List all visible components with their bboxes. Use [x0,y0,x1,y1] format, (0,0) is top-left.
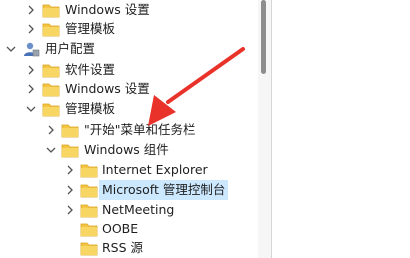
tree-item-label: Internet Explorer [102,162,208,177]
tree-item-user-configuration[interactable]: 用户配置 [0,39,258,59]
tree-item-label: 软件设置 [65,62,116,77]
folder-icon [42,4,60,18]
tree-item-label: 用户配置 [45,41,96,56]
tree-item-label: RSS 源 [102,240,144,255]
chevron-right-icon[interactable] [24,82,38,96]
tree-item-oobe[interactable]: OOBE [0,219,258,239]
chevron-right-icon[interactable] [63,183,77,197]
folder-icon [80,223,98,237]
chevron-right-icon[interactable] [63,163,77,177]
tree-item-label: Windows 设置 [65,81,150,96]
chevron-down-icon[interactable] [24,102,38,116]
tree-item-user-admin-templates[interactable]: 管理模板 [0,99,258,119]
tree-item-user-windows-settings[interactable]: Windows 设置 [0,79,258,99]
tree-item-label: OOBE [102,221,139,236]
folder-icon [42,83,60,97]
tree-item-label: 管理模板 [65,21,116,36]
folder-icon [42,23,60,37]
folder-icon [61,124,79,138]
tree-scrollbar[interactable] [258,0,271,258]
tree-item-label: Windows 设置 [65,2,150,17]
folder-icon [61,144,79,158]
chevron-right-icon[interactable] [24,3,38,17]
folder-icon [80,242,98,256]
chevron-right-icon[interactable] [24,22,38,36]
tree-item-rss-feeds[interactable]: RSS 源 [0,238,258,258]
tree-view: Windows 设置 管理模板 用户配置 软件设置 Windows 设置 管理模… [0,0,258,258]
tree-item-start-menu-taskbar[interactable]: "开始"菜单和任务栏 [0,120,258,140]
tree-item-label: 管理模板 [65,101,116,116]
folder-icon [80,164,98,178]
folder-icon [42,103,60,117]
tree-item-microsoft-management-console[interactable]: Microsoft 管理控制台 [0,180,258,200]
folder-icon [80,204,98,218]
details-pane [271,0,410,258]
chevron-right-icon[interactable] [24,63,38,77]
tree-item-computer-windows-settings[interactable]: Windows 设置 [0,0,258,20]
folder-icon [42,64,60,78]
tree-item-software-settings[interactable]: 软件设置 [0,60,258,80]
tree-item-internet-explorer[interactable]: Internet Explorer [0,160,258,180]
tree-item-label: NetMeeting [102,202,175,217]
chevron-down-icon[interactable] [4,42,18,56]
folder-icon [80,184,98,198]
tree-item-netmeeting[interactable]: NetMeeting [0,200,258,220]
chevron-down-icon[interactable] [44,143,58,157]
tree-item-windows-components[interactable]: Windows 组件 [0,140,258,160]
chevron-right-icon[interactable] [63,203,77,217]
user-config-icon [24,42,40,57]
tree-item-label: Windows 组件 [84,142,169,157]
tree-item-computer-admin-templates[interactable]: 管理模板 [0,19,258,39]
tree-item-label: Microsoft 管理控制台 [99,180,229,200]
chevron-right-icon[interactable] [44,123,58,137]
tree-item-label: "开始"菜单和任务栏 [84,122,196,137]
scrollbar-thumb[interactable] [261,0,266,74]
